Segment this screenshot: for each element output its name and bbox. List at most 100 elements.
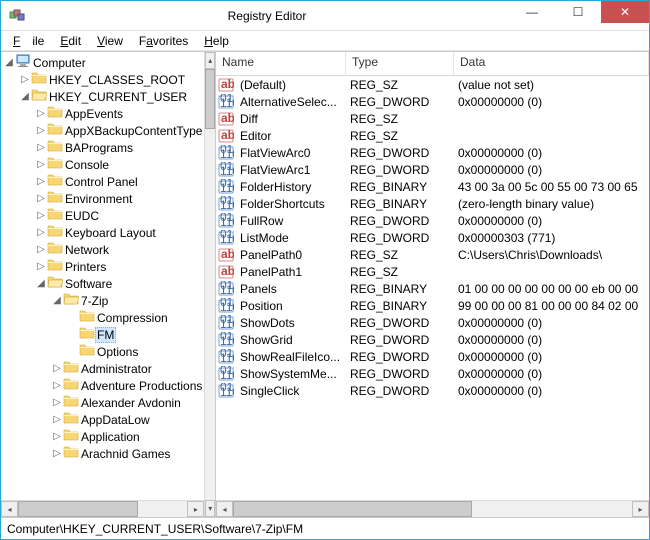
tree-item[interactable]: ▷ Alexander Avdonin [3, 394, 204, 411]
tree-item[interactable]: ▷ Adventure Productions [3, 377, 204, 394]
tree-item[interactable]: ▷ EUDC [3, 207, 204, 224]
list-row[interactable]: FullRowREG_DWORD0x00000000 (0) [216, 212, 649, 229]
list-row[interactable]: PositionREG_BINARY99 00 00 00 81 00 00 0… [216, 297, 649, 314]
value-type: REG_DWORD [346, 95, 454, 109]
tree-item[interactable]: ▷Printers [3, 258, 204, 275]
tree-item[interactable]: Compression [3, 309, 204, 326]
tree-toggle[interactable]: ▷ [51, 414, 63, 425]
close-button[interactable]: ✕ [601, 1, 649, 23]
list-row[interactable]: ShowGridREG_DWORD0x00000000 (0) [216, 331, 649, 348]
list-row[interactable]: FolderShortcutsREG_BINARY(zero-length bi… [216, 195, 649, 212]
tree-item[interactable]: ◢Computer [3, 54, 204, 71]
tree-toggle[interactable]: ▷ [35, 108, 47, 119]
list-row[interactable]: ShowRealFileIco...REG_DWORD0x00000000 (0… [216, 348, 649, 365]
list-row[interactable]: AlternativeSelec...REG_DWORD0x00000000 (… [216, 93, 649, 110]
tree-toggle[interactable]: ◢ [3, 57, 15, 68]
tree-item[interactable]: ▷Control Panel [3, 173, 204, 190]
tree-label: Compression [95, 311, 170, 325]
list-row[interactable]: FlatViewArc0REG_DWORD0x00000000 (0) [216, 144, 649, 161]
list-row[interactable]: PanelPath1REG_SZ [216, 263, 649, 280]
tree-toggle[interactable]: ▷ [51, 431, 63, 442]
tree-label: Arachnid Games [79, 447, 172, 461]
tree-item[interactable]: ◢7-Zip [3, 292, 204, 309]
value-type: REG_SZ [346, 248, 454, 262]
statusbar: Computer\HKEY_CURRENT_USER\Software\7-Zi… [1, 517, 649, 539]
tree-toggle[interactable]: ▷ [35, 176, 47, 187]
tree-toggle[interactable]: ▷ [35, 142, 47, 153]
tree-toggle[interactable]: ▷ [35, 244, 47, 255]
value-data: 99 00 00 00 81 00 00 00 84 02 00 [454, 299, 649, 313]
tree-item[interactable]: ▷Keyboard Layout [3, 224, 204, 241]
tree-toggle[interactable]: ▷ [35, 227, 47, 238]
value-type: REG_BINARY [346, 197, 454, 211]
tree-toggle[interactable]: ▷ [51, 397, 63, 408]
tree-item[interactable]: ▷Application [3, 428, 204, 445]
tree-hscroll[interactable]: ◂▸ [1, 500, 204, 517]
list-row[interactable]: ListModeREG_DWORD0x00000303 (771) [216, 229, 649, 246]
tree-toggle[interactable]: ◢ [51, 295, 63, 306]
list-pane[interactable]: Name Type Data (Default)REG_SZ(value not… [216, 52, 649, 517]
tree-item[interactable]: ◢ HKEY_CURRENT_USER [3, 88, 204, 105]
tree-toggle[interactable]: ▷ [35, 193, 47, 204]
value-str-icon [216, 111, 236, 127]
value-name: Editor [236, 129, 346, 143]
tree-toggle[interactable]: ▷ [35, 210, 47, 221]
list-row[interactable]: PanelPath0REG_SZC:\Users\Chris\Downloads… [216, 246, 649, 263]
menu-edit[interactable]: Edit [54, 33, 87, 49]
list-row[interactable]: ShowDotsREG_DWORD0x00000000 (0) [216, 314, 649, 331]
tree-label: Alexander Avdonin [79, 396, 183, 410]
menu-view[interactable]: View [91, 33, 129, 49]
tree-toggle[interactable]: ▷ [35, 125, 47, 136]
tree-item[interactable]: FM [3, 326, 204, 343]
list-row[interactable]: SingleClickREG_DWORD0x00000000 (0) [216, 382, 649, 399]
tree-item[interactable]: ▷Console [3, 156, 204, 173]
tree-toggle[interactable]: ▷ [35, 261, 47, 272]
tree-toggle[interactable]: ▷ [51, 363, 63, 374]
tree-toggle[interactable]: ◢ [35, 278, 47, 289]
tree-label: HKEY_CURRENT_USER [47, 90, 189, 104]
list-row[interactable]: DiffREG_SZ [216, 110, 649, 127]
tree-item[interactable]: ◢Software [3, 275, 204, 292]
tree-toggle[interactable]: ▷ [51, 380, 63, 391]
menu-help[interactable]: Help [198, 33, 235, 49]
tree-pane[interactable]: ◢Computer ▷ HKEY_CLASSES_ROOT ◢ HKEY_CURRENT… [1, 52, 216, 517]
list-row[interactable]: ShowSystemMe...REG_DWORD0x00000000 (0) [216, 365, 649, 382]
tree-item[interactable]: ▷BAPrograms [3, 139, 204, 156]
tree-toggle[interactable]: ▷ [51, 448, 63, 459]
list-row[interactable]: PanelsREG_BINARY01 00 00 00 00 00 00 00 … [216, 280, 649, 297]
tree-item[interactable]: ▷Network [3, 241, 204, 258]
value-name: ListMode [236, 231, 346, 245]
tree-item[interactable]: ▷AppEvents [3, 105, 204, 122]
tree-item[interactable]: Options [3, 343, 204, 360]
tree-item[interactable]: ▷ Arachnid Games [3, 445, 204, 462]
tree-toggle[interactable]: ▷ [35, 159, 47, 170]
tree-label: HKEY_CLASSES_ROOT [47, 73, 187, 87]
col-data[interactable]: Data [454, 52, 649, 75]
tree-vscroll[interactable]: ▴▾ [204, 52, 215, 517]
status-path: Computer\HKEY_CURRENT_USER\Software\7-Zi… [7, 522, 303, 536]
value-data: 0x00000000 (0) [454, 163, 649, 177]
minimize-button[interactable]: — [509, 1, 555, 23]
tree-item[interactable]: ▷Environment [3, 190, 204, 207]
tree-item[interactable]: ▷AppDataLow [3, 411, 204, 428]
list-row[interactable]: FolderHistoryREG_BINARY43 00 3a 00 5c 00… [216, 178, 649, 195]
value-data: 43 00 3a 00 5c 00 55 00 73 00 65 [454, 180, 649, 194]
tree-label: EUDC [63, 209, 101, 223]
menu-file[interactable]: File [7, 33, 50, 49]
maximize-button[interactable]: ☐ [555, 1, 601, 23]
list-row[interactable]: (Default)REG_SZ(value not set) [216, 76, 649, 93]
tree-toggle[interactable]: ▷ [19, 74, 31, 85]
tree-item[interactable]: ▷AppXBackupContentType [3, 122, 204, 139]
tree-toggle[interactable]: ◢ [19, 91, 31, 102]
menu-favorites[interactable]: Favorites [133, 33, 194, 49]
value-data: 0x00000000 (0) [454, 367, 649, 381]
tree-item[interactable]: ▷ HKEY_CLASSES_ROOT [3, 71, 204, 88]
tree-label: Adventure Productions [79, 379, 204, 393]
list-row[interactable]: EditorREG_SZ [216, 127, 649, 144]
value-bin-icon [216, 383, 236, 399]
tree-item[interactable]: ▷Administrator [3, 360, 204, 377]
col-name[interactable]: Name [216, 52, 346, 75]
list-row[interactable]: FlatViewArc1REG_DWORD0x00000000 (0) [216, 161, 649, 178]
col-type[interactable]: Type [346, 52, 454, 75]
list-hscroll[interactable]: ◂▸ [216, 500, 649, 517]
